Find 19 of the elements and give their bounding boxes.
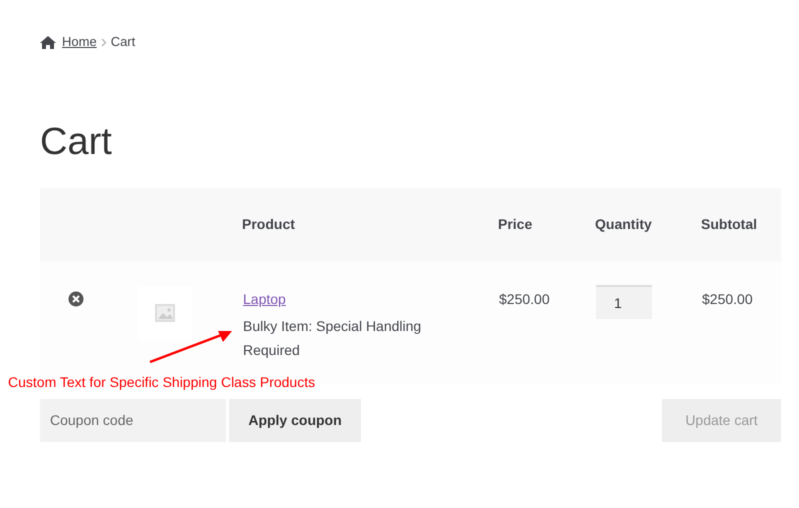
coupon-field[interactable]: Coupon code (40, 398, 226, 442)
subtotal-text: $250.00 (702, 290, 753, 307)
product-note: Bulky Item: Special Handling Required (243, 316, 422, 360)
column-header: Price (498, 216, 532, 232)
apply-coupon-button[interactable]: Apply coupon (229, 398, 361, 442)
product-link[interactable]: Laptop (243, 290, 286, 307)
column-header: Product (242, 216, 295, 232)
breadcrumb-link[interactable]: Home (62, 32, 97, 52)
annotation-text: Custom Text for Specific Shipping Class Products (8, 373, 316, 392)
column-header: Subtotal (701, 216, 757, 232)
chevron-icon (100, 38, 107, 46)
breadcrumb-current: Cart (110, 33, 136, 52)
home-icon (40, 36, 56, 48)
remove-icon[interactable] (68, 290, 84, 307)
column-header: Quantity (595, 216, 652, 232)
quantity-field[interactable]: 1 (596, 284, 652, 319)
price-text: $250.00 (499, 290, 550, 307)
page-title: Cart (40, 120, 113, 165)
image-placeholder-icon (155, 304, 175, 322)
